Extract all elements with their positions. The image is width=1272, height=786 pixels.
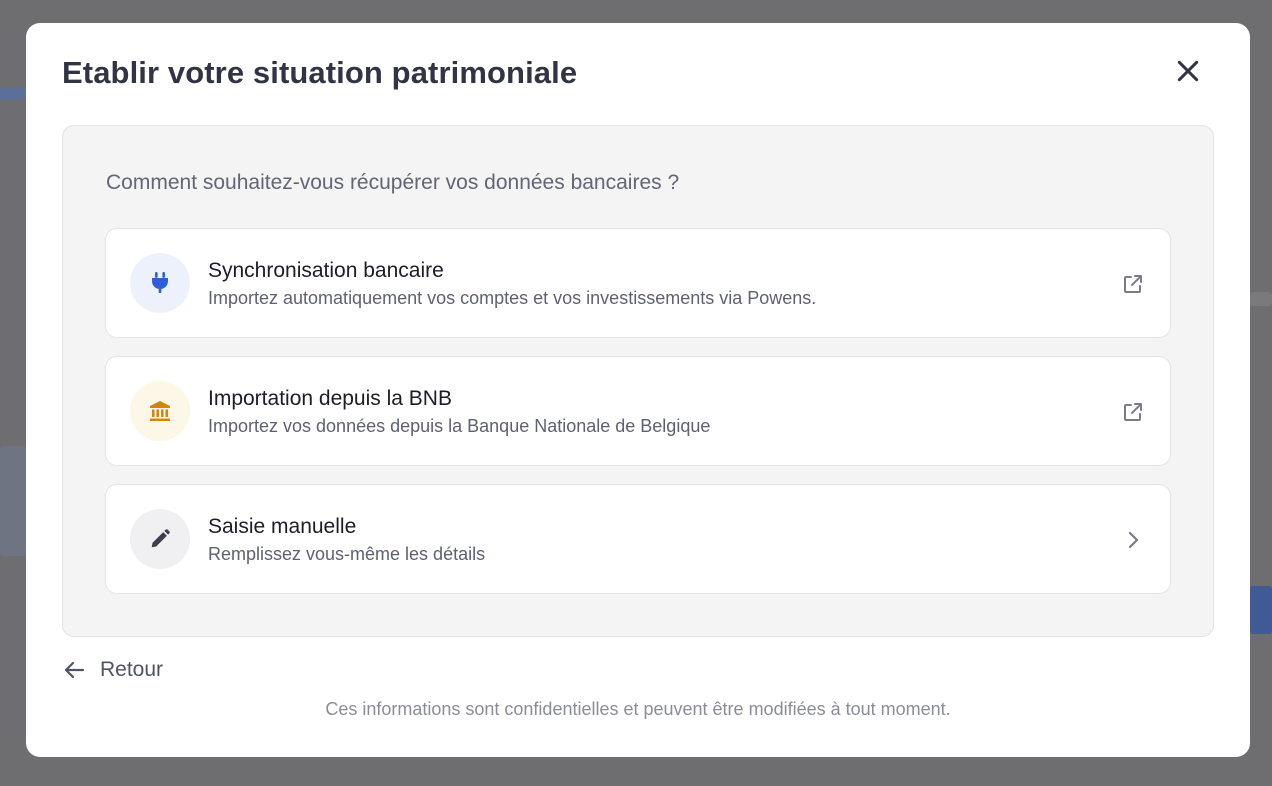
- back-label: Retour: [100, 658, 164, 681]
- background-element: [1250, 586, 1272, 634]
- option-description: Importez vos données depuis la Banque Na…: [208, 416, 711, 436]
- external-link-button[interactable]: [1120, 399, 1146, 425]
- option-description: Remplissez vous-même les détails: [208, 544, 486, 564]
- options-panel: Comment souhaitez-vous récupérer vos don…: [62, 125, 1214, 637]
- chevron-right-icon: [1128, 531, 1139, 549]
- option-icon-circle: [130, 253, 190, 313]
- close-button[interactable]: [1172, 55, 1204, 87]
- close-icon: [1177, 60, 1199, 82]
- option-icon-circle: [130, 509, 190, 569]
- option-description: Importez automatiquement vos comptes et …: [208, 288, 817, 308]
- external-link-icon: [1124, 403, 1142, 421]
- pencil-icon: [151, 529, 170, 548]
- plug-icon: [152, 272, 168, 293]
- back-button[interactable]: Retour: [62, 655, 163, 685]
- option-bank-sync[interactable]: Synchronisation bancaire Importez automa…: [105, 228, 1171, 338]
- chevron-button[interactable]: [1120, 527, 1146, 553]
- arrow-left-icon: [64, 661, 85, 679]
- option-manual-entry[interactable]: Saisie manuelle Remplissez vous-même les…: [105, 484, 1171, 594]
- option-title: Saisie manuelle: [208, 515, 357, 538]
- option-title: Importation depuis la BNB: [208, 387, 452, 410]
- background-element: [0, 446, 26, 556]
- option-bnb-import[interactable]: Importation depuis la BNB Importez vos d…: [105, 356, 1171, 466]
- modal-backdrop[interactable]: Etablir votre situation patrimoniale Com…: [0, 0, 1272, 786]
- background-element: [1250, 292, 1272, 306]
- option-title: Synchronisation bancaire: [208, 259, 444, 282]
- bank-icon: [150, 401, 170, 421]
- confidentiality-note: Ces informations sont confidentielles et…: [325, 699, 951, 719]
- modal-dialog: Etablir votre situation patrimoniale Com…: [26, 23, 1250, 757]
- external-link-icon: [1124, 275, 1142, 293]
- panel-question: Comment souhaitez-vous récupérer vos don…: [106, 171, 680, 194]
- modal-title: Etablir votre situation patrimoniale: [62, 55, 578, 90]
- option-icon-circle: [130, 381, 190, 441]
- external-link-button[interactable]: [1120, 271, 1146, 297]
